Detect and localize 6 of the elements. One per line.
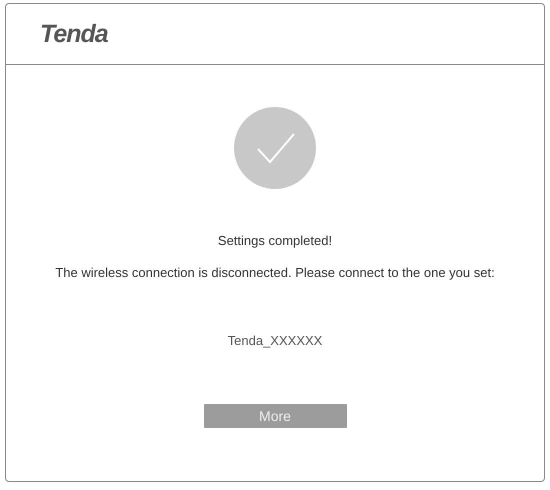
checkmark-icon — [234, 107, 316, 189]
network-name: Tenda_XXXXXX — [228, 333, 322, 348]
status-message: The wireless connection is disconnected. Please connect to the one you set: — [55, 265, 495, 280]
status-title: Settings completed! — [218, 233, 332, 248]
more-button[interactable]: More — [204, 404, 346, 428]
logo: Tenda — [40, 20, 108, 48]
